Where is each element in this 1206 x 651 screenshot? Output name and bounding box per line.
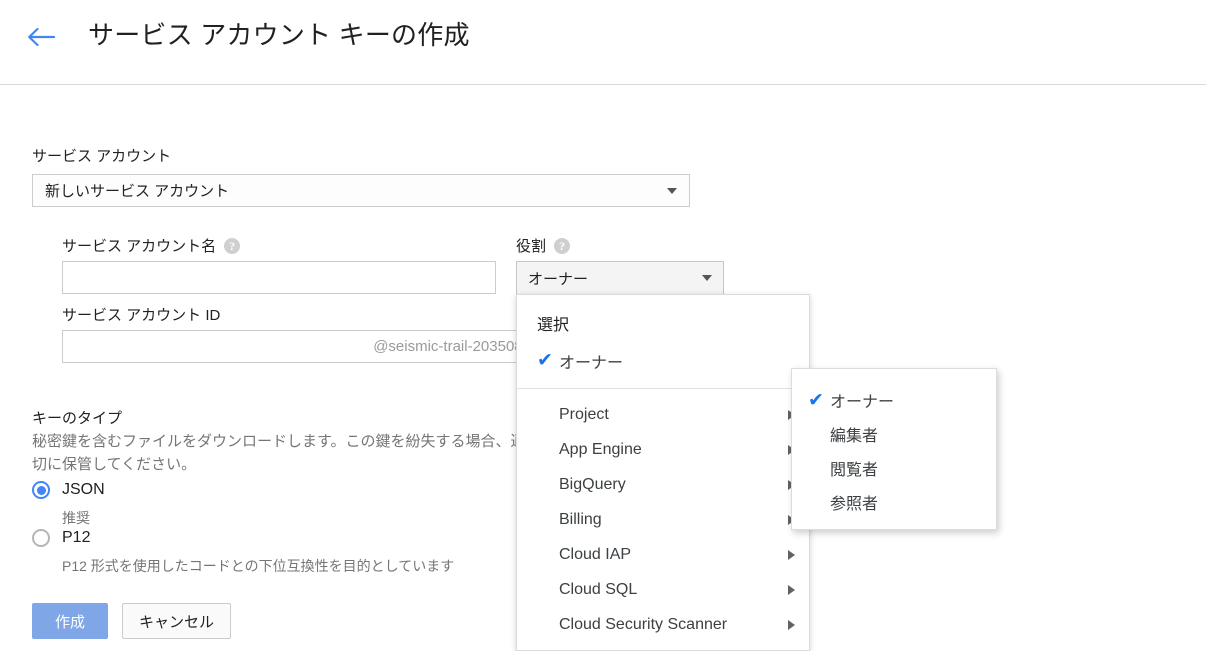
role-menu-item-project[interactable]: Project bbox=[517, 397, 809, 432]
role-menu-item-label: Cloud SQL bbox=[559, 580, 638, 598]
role-submenu[interactable]: ✔ オーナー 編集者 閲覧者 参照者 bbox=[791, 368, 997, 530]
service-account-name-label: サービス アカウント名 bbox=[62, 238, 217, 255]
help-icon[interactable]: ? bbox=[554, 237, 571, 254]
role-submenu-item-editor[interactable]: 編集者 bbox=[792, 417, 996, 451]
role-menu-item-cloud-sql[interactable]: Cloud SQL bbox=[517, 572, 809, 607]
key-type-option-p12-sub: P12 形式を使用したコードとの下位互換性を目的としています bbox=[62, 558, 455, 574]
service-account-id-input[interactable]: @seismic-trail-203508.iam.gs bbox=[62, 330, 582, 363]
check-icon: ✔ bbox=[808, 389, 824, 411]
role-menu-item-label: Billing bbox=[559, 510, 602, 528]
chevron-right-icon bbox=[788, 619, 795, 630]
service-account-select[interactable]: 新しいサービス アカウント bbox=[32, 174, 690, 207]
service-account-name-input[interactable] bbox=[62, 261, 496, 294]
role-menu-item-bigquery[interactable]: BigQuery bbox=[517, 467, 809, 502]
service-account-id-label: サービス アカウント ID bbox=[62, 307, 221, 324]
role-menu-item-cloud-security-scanner[interactable]: Cloud Security Scanner bbox=[517, 607, 809, 642]
menu-divider bbox=[517, 388, 809, 389]
radio-selected-icon bbox=[32, 481, 50, 499]
role-menu-item-cloud-iap[interactable]: Cloud IAP bbox=[517, 537, 809, 572]
role-submenu-item-label: オーナー bbox=[830, 394, 895, 411]
cancel-button[interactable]: キャンセル bbox=[122, 603, 232, 639]
role-submenu-item-owner[interactable]: ✔ オーナー bbox=[792, 383, 996, 417]
role-menu-header: 選択 bbox=[537, 317, 570, 334]
check-icon: ✔ bbox=[537, 350, 553, 371]
role-submenu-item-browser[interactable]: 参照者 bbox=[792, 485, 996, 519]
role-submenu-item-label: 参照者 bbox=[830, 496, 879, 513]
role-menu-item-label: Cloud Security Scanner bbox=[559, 615, 728, 633]
back-arrow-icon[interactable] bbox=[24, 22, 58, 52]
role-label: 役割 bbox=[516, 238, 547, 255]
page-header: サービス アカウント キーの作成 bbox=[0, 0, 1206, 85]
form-actions: 作成 キャンセル bbox=[32, 603, 232, 639]
role-label-group: 役割 ? bbox=[516, 235, 571, 256]
role-menu-current-item[interactable]: ✔ オーナー bbox=[517, 343, 809, 378]
role-menu-item-label: Cloud IAP bbox=[559, 545, 632, 563]
chevron-right-icon bbox=[788, 584, 795, 595]
role-dropdown-button[interactable]: オーナー bbox=[516, 261, 724, 295]
key-type-option-json-label: JSON bbox=[62, 481, 105, 498]
key-type-option-p12[interactable]: P12 bbox=[32, 529, 90, 547]
role-submenu-item-viewer[interactable]: 閲覧者 bbox=[792, 451, 996, 485]
key-type-option-json-sub: 推奨 bbox=[62, 510, 90, 526]
role-selected-value: オーナー bbox=[528, 270, 589, 288]
key-type-option-p12-label: P12 bbox=[62, 529, 91, 546]
service-account-selected-value: 新しいサービス アカウント bbox=[45, 183, 230, 200]
role-menu-current-label: オーナー bbox=[559, 354, 624, 372]
role-menu-item-label: BigQuery bbox=[559, 475, 626, 493]
key-type-description: 秘密鍵を含むファイルをダウンロードします。この鍵を紛失する場合、適切に保管してく… bbox=[32, 433, 526, 473]
role-menu-item-label: Project bbox=[559, 405, 609, 423]
service-account-name-label-group: サービス アカウント名 ? bbox=[62, 235, 241, 256]
key-type-option-json[interactable]: JSON bbox=[32, 481, 105, 499]
role-submenu-item-label: 閲覧者 bbox=[830, 462, 879, 479]
chevron-down-icon bbox=[667, 187, 677, 194]
page-title: サービス アカウント キーの作成 bbox=[88, 20, 470, 50]
role-menu-item-billing[interactable]: Billing bbox=[517, 502, 809, 537]
key-type-title: キーのタイプ bbox=[32, 410, 123, 427]
role-menu-item-label: App Engine bbox=[559, 440, 642, 458]
role-menu[interactable]: 選択 ✔ オーナー Project App Engine BigQuery Bi… bbox=[516, 294, 810, 651]
chevron-right-icon bbox=[788, 549, 795, 560]
role-submenu-item-label: 編集者 bbox=[830, 428, 879, 445]
radio-unselected-icon bbox=[32, 529, 50, 547]
help-icon[interactable]: ? bbox=[224, 237, 241, 254]
chevron-down-icon bbox=[702, 275, 712, 281]
role-menu-item-app-engine[interactable]: App Engine bbox=[517, 432, 809, 467]
service-account-label: サービス アカウント bbox=[32, 148, 172, 165]
create-button[interactable]: 作成 bbox=[32, 603, 108, 639]
